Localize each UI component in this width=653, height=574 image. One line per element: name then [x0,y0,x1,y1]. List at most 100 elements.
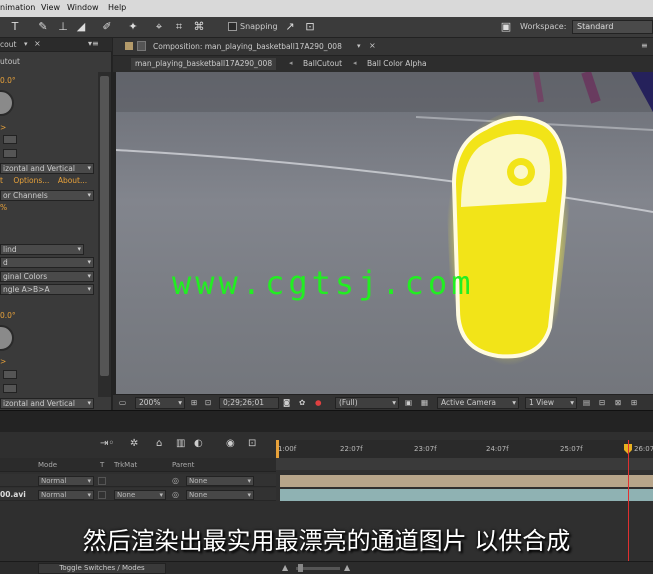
layer-2-mode[interactable]: Normal ▾ [38,490,94,500]
col-mode: Mode [38,461,58,469]
timeline-icon[interactable]: ⊠ [615,397,621,409]
mini-box-3[interactable] [3,370,17,379]
channels-select[interactable]: or Channels ▾ [0,190,94,201]
show-snapshot-icon[interactable]: ✿ [299,397,305,409]
flowchart-icon[interactable]: ⊞ [631,397,637,409]
comp-close-icon[interactable]: × [369,41,376,50]
workspace-select[interactable]: Standard [572,20,653,34]
toggle-pixel-icon[interactable]: ▤ [583,397,590,409]
tab-dropdown-icon[interactable]: ▾ [24,40,28,48]
zoom-select[interactable]: 200% ▾ [135,397,185,409]
scrollbar-thumb[interactable] [100,76,109,376]
always-preview-icon[interactable]: ▭ [119,397,126,409]
toggle-switches-button[interactable]: Toggle Switches / Modes [38,563,166,574]
workspace-icon[interactable]: ▣ [497,20,515,34]
tick-2: 23:07f [414,445,437,453]
timeline-footer: Toggle Switches / Modes ▲ ▲ [0,561,653,574]
roto-brush-icon[interactable]: ✐ [100,20,114,34]
layer-2-name[interactable]: 00.avi [0,490,26,499]
menu-window[interactable]: Window [67,3,99,12]
angle-value-2[interactable]: 0.0° [0,310,16,322]
resolution-select[interactable]: (Full) ▾ [335,397,399,409]
snapping-checkbox[interactable] [228,22,237,31]
mode-select-2[interactable]: izontal and Vertical ▾ [0,398,94,409]
zoom-out-icon[interactable]: ▲ [282,563,288,572]
angle-dial-2[interactable] [0,325,14,351]
comp-dropdown-icon[interactable]: ▾ [357,42,361,50]
crumb-main[interactable]: man_playing_basketball17A290_008 [131,58,277,70]
tab-close-icon[interactable]: × [34,39,41,48]
views-select[interactable]: 1 View ▾ [525,397,577,409]
blend-select[interactable]: lind ▾ [0,244,84,255]
snap-target-icon[interactable]: ⊡ [303,20,317,34]
layer-1-parent[interactable]: None ▾ [186,476,254,486]
motion-blur-icon[interactable]: ◐ [194,438,203,449]
comp-breadcrumbs: man_playing_basketball17A290_008 ◂ BallC… [113,56,653,72]
lock-icon[interactable] [137,41,146,51]
time-ruler[interactable]: 1:00f 22:07f 23:07f 24:07f 25:07f 26:07 [276,440,653,458]
comp-mini-flowchart-icon[interactable]: ⇥◦ [100,438,114,449]
frame-blend-icon[interactable]: ▥ [176,438,185,449]
zoom-in-icon[interactable]: ▲ [344,563,350,572]
layer-row-2[interactable]: 00.avi Normal ▾ None ▾ ◎ None ▾ [0,488,276,501]
draft-3d-icon[interactable]: ✲ [130,438,138,449]
camera-select[interactable]: Active Camera ▾ [437,397,519,409]
d-select[interactable]: d ▾ [0,257,94,268]
menu-animation[interactable]: nimation [0,3,35,12]
zoom-slider-thumb[interactable] [298,564,303,572]
hide-shy-icon[interactable]: ⌂ [156,438,162,449]
pickwhip-icon[interactable]: ◎ [172,476,179,485]
layer-2-bar[interactable] [280,489,653,501]
region-icon[interactable]: ▣ [405,397,412,409]
angle-dial-1[interactable] [0,90,14,116]
angle-value-1[interactable]: 0.0° [0,75,16,87]
snapshot-icon[interactable]: ◙ [283,397,290,409]
options-link[interactable]: Options... [13,176,49,185]
puppet-pin-icon[interactable]: ✦ [126,20,140,34]
mask-icon[interactable]: ⊡ [205,397,211,409]
angle-order-select[interactable]: ngle A>B>A ▾ [0,284,94,295]
tick-0: 1:00f [278,445,297,453]
graph-editor-icon[interactable]: ◉ [226,438,235,449]
crumb-ball-color-alpha[interactable]: Ball Color Alpha [363,58,431,70]
about-link[interactable]: About... [58,176,87,185]
percent-value[interactable]: % [0,202,7,214]
brainstorm-icon[interactable]: ⊡ [248,438,256,449]
mode-select-1[interactable]: izontal and Vertical ▾ [0,163,94,174]
panel-scrollbar[interactable] [98,72,111,397]
crumb-ballcutout[interactable]: BallCutout [299,58,346,70]
mini-box-2[interactable] [3,149,17,158]
axis-icon: ⌖ [155,20,163,33]
panel-separator [0,410,653,432]
mini-box-4[interactable] [3,384,17,393]
menu-help[interactable]: Help [108,3,126,12]
layer-2-parent[interactable]: None ▾ [186,490,254,500]
colors-select[interactable]: ginal Colors ▾ [0,271,94,282]
panel-tab-label[interactable]: cout [0,40,16,49]
layer-2-t-checkbox[interactable] [98,491,106,499]
layer-2-trkmat[interactable]: None ▾ [114,490,166,500]
snap-arrow-icon[interactable]: ↗ [283,20,297,34]
reset-link[interactable]: t [0,176,3,185]
channel-icon[interactable]: ● [315,397,322,409]
work-area-bar[interactable] [276,458,653,470]
timecode-field[interactable]: 0;29;26;01 [219,397,279,409]
transparency-icon[interactable]: ▦ [421,397,428,409]
mini-box-1[interactable] [3,135,17,144]
fast-preview-icon[interactable]: ⊟ [599,397,605,409]
layer-1-mode[interactable]: Normal ▾ [38,476,94,486]
menu-view[interactable]: View [41,3,60,12]
composition-viewer[interactable]: www.cgtsj.com [116,72,653,394]
layer-1-bar[interactable] [280,475,653,487]
pen-tool-icon[interactable]: ✎ [36,20,50,34]
layer-row-1[interactable]: Normal ▾ ◎ None ▾ [0,474,276,487]
pickwhip-icon-2[interactable]: ◎ [172,490,179,499]
panel-menu-icon[interactable]: ▾≡ [88,39,99,48]
composition-title[interactable]: Composition: man_playing_basketball17A29… [153,42,342,51]
grid-icon[interactable]: ⊞ [191,397,197,409]
comp-menu-icon[interactable]: ≡ [641,41,648,50]
text-tool-icon[interactable]: T [8,20,22,34]
layer-1-t-checkbox[interactable] [98,477,106,485]
eraser-icon[interactable]: ◢ [74,20,88,34]
clone-stamp-icon[interactable]: ⊥ [56,20,70,34]
